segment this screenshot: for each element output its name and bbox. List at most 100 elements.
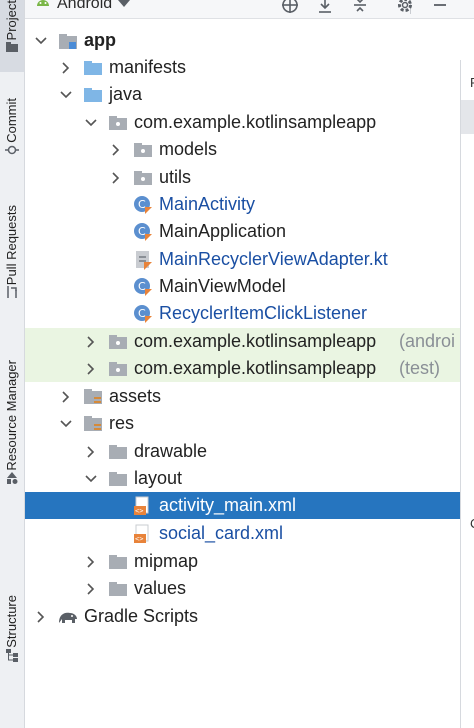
resource-manager-icon (5, 471, 19, 485)
tab-resource-manager[interactable]: Resource Manager (0, 360, 24, 510)
tree-node-main-recycler-adapter[interactable]: MainRecyclerViewAdapter.kt (25, 246, 460, 273)
folder-icon (108, 552, 128, 572)
tab-structure[interactable]: Structure (0, 595, 24, 705)
tree-label: activity_main.xml (159, 495, 297, 515)
android-icon (35, 0, 51, 13)
tab-project-label: Project (4, 0, 19, 41)
tree-node-values[interactable]: values (25, 575, 460, 602)
tree-node-gradle-scripts[interactable]: Gradle Scripts (25, 603, 460, 630)
resource-folder-icon (83, 387, 103, 407)
tree-label: social_card.xml (159, 523, 284, 543)
tree-label: RecyclerItemClickListener (159, 303, 368, 323)
view-selector[interactable]: Android (35, 0, 130, 13)
svg-text:C: C (138, 198, 146, 211)
package-icon (133, 140, 153, 160)
kotlin-file-icon (133, 250, 153, 270)
editor-panel-edge (460, 60, 474, 728)
folder-icon (108, 469, 128, 489)
tree-node-mipmap[interactable]: mipmap (25, 548, 460, 575)
tree-label: MainActivity (159, 194, 256, 214)
project-toolbar: Android (25, 0, 474, 19)
tab-commit[interactable]: Commit (0, 98, 24, 178)
chevron-right-icon[interactable] (85, 362, 97, 375)
tree-label: MainRecyclerViewAdapter.kt (159, 249, 388, 269)
package-icon (108, 113, 128, 133)
tree-node-social-card-xml[interactable]: <> social_card.xml (25, 520, 460, 547)
tree-node-app[interactable]: app (25, 27, 460, 54)
svg-text:C: C (138, 307, 146, 320)
crosshair-icon[interactable] (280, 0, 300, 15)
tree-node-layout[interactable]: layout (25, 465, 460, 492)
xml-layout-file-icon: <> (133, 524, 153, 544)
kotlin-class-icon: C (133, 277, 153, 297)
chevron-right-icon[interactable] (85, 445, 97, 458)
gear-icon[interactable] (395, 0, 415, 15)
editor-tab-letter: C (470, 516, 474, 531)
tree-node-package-test[interactable]: com.example.kotlinsampleapp (test) (25, 355, 460, 382)
kotlin-class-icon: C (133, 304, 153, 324)
tree-label: models (159, 139, 218, 159)
tree-node-java[interactable]: java (25, 81, 460, 108)
tree-node-models[interactable]: models (25, 136, 460, 163)
tab-project[interactable]: Project (0, 0, 24, 72)
tree-label: mipmap (134, 551, 199, 571)
chevron-down-icon[interactable] (85, 473, 97, 485)
chevron-down-icon[interactable] (60, 418, 72, 430)
package-icon (133, 168, 153, 188)
tree-node-main-application[interactable]: C MainApplication (25, 218, 460, 245)
tab-resource-manager-label: Resource Manager (4, 360, 19, 471)
chevron-right-icon[interactable] (85, 335, 97, 348)
chevron-right-icon[interactable] (110, 143, 122, 156)
tab-pull-requests[interactable]: Pull Requests (0, 205, 24, 325)
resource-folder-icon (83, 414, 103, 434)
tree-node-utils[interactable]: utils (25, 164, 460, 191)
tree-node-recycler-listener[interactable]: C RecyclerItemClickListener (25, 300, 460, 327)
tree-label: com.example.kotlinsampleapp (134, 112, 377, 132)
chevron-right-icon[interactable] (60, 390, 72, 403)
tree-label: MainViewModel (159, 276, 286, 296)
chevron-right-icon[interactable] (60, 61, 72, 74)
chevron-down-icon[interactable] (60, 89, 72, 101)
tree-label: Gradle Scripts (84, 606, 199, 626)
tree-node-package-main[interactable]: com.example.kotlinsampleapp (25, 109, 460, 136)
tab-pull-requests-label: Pull Requests (4, 205, 19, 286)
tree-label: values (134, 578, 187, 598)
collapse-all-icon[interactable] (350, 0, 370, 15)
tree-label: com.example.kotlinsampleapp (134, 358, 377, 378)
chevron-down-icon[interactable] (85, 117, 97, 129)
tree-node-main-view-model[interactable]: C MainViewModel (25, 273, 460, 300)
tab-structure-label: Structure (4, 595, 19, 648)
tree-node-assets[interactable]: assets (25, 383, 460, 410)
view-selector-label: Android (57, 0, 113, 12)
commit-icon (5, 143, 19, 157)
chevron-down-icon[interactable] (35, 35, 47, 47)
tree-node-res[interactable]: res (25, 410, 460, 437)
tool-window-strip: Project Commit Pull Requests Resource Ma… (0, 0, 25, 728)
svg-text:<>: <> (135, 535, 143, 543)
editor-scroll-indicator (461, 100, 474, 134)
tree-node-package-android-test[interactable]: com.example.kotlinsampleapp (androi (25, 328, 460, 355)
chevron-down-icon (118, 0, 130, 13)
minimize-icon[interactable] (430, 0, 450, 15)
chevron-right-icon[interactable] (85, 555, 97, 568)
tree-label: com.example.kotlinsampleapp (134, 331, 377, 351)
xml-layout-file-icon: <> (133, 496, 153, 516)
chevron-right-icon[interactable] (110, 171, 122, 184)
tree-label: java (109, 84, 143, 104)
tree-label: assets (109, 386, 162, 406)
tree-node-drawable[interactable]: drawable (25, 438, 460, 465)
tree-label-suffix: (test) (399, 358, 441, 378)
structure-icon (5, 648, 19, 662)
chevron-right-icon[interactable] (35, 610, 47, 623)
package-icon (108, 359, 128, 379)
chevron-right-icon[interactable] (85, 582, 97, 595)
package-icon (108, 332, 128, 352)
tree-node-manifests[interactable]: manifests (25, 54, 460, 81)
folder-icon (108, 579, 128, 599)
tree-node-activity-main-xml[interactable]: <> activity_main.xml (25, 492, 460, 519)
svg-text:C: C (138, 225, 146, 238)
expand-all-icon[interactable] (315, 0, 335, 15)
tree-node-main-activity[interactable]: C MainActivity (25, 191, 460, 218)
folder-icon (5, 40, 19, 54)
tree-label: MainApplication (159, 221, 287, 241)
